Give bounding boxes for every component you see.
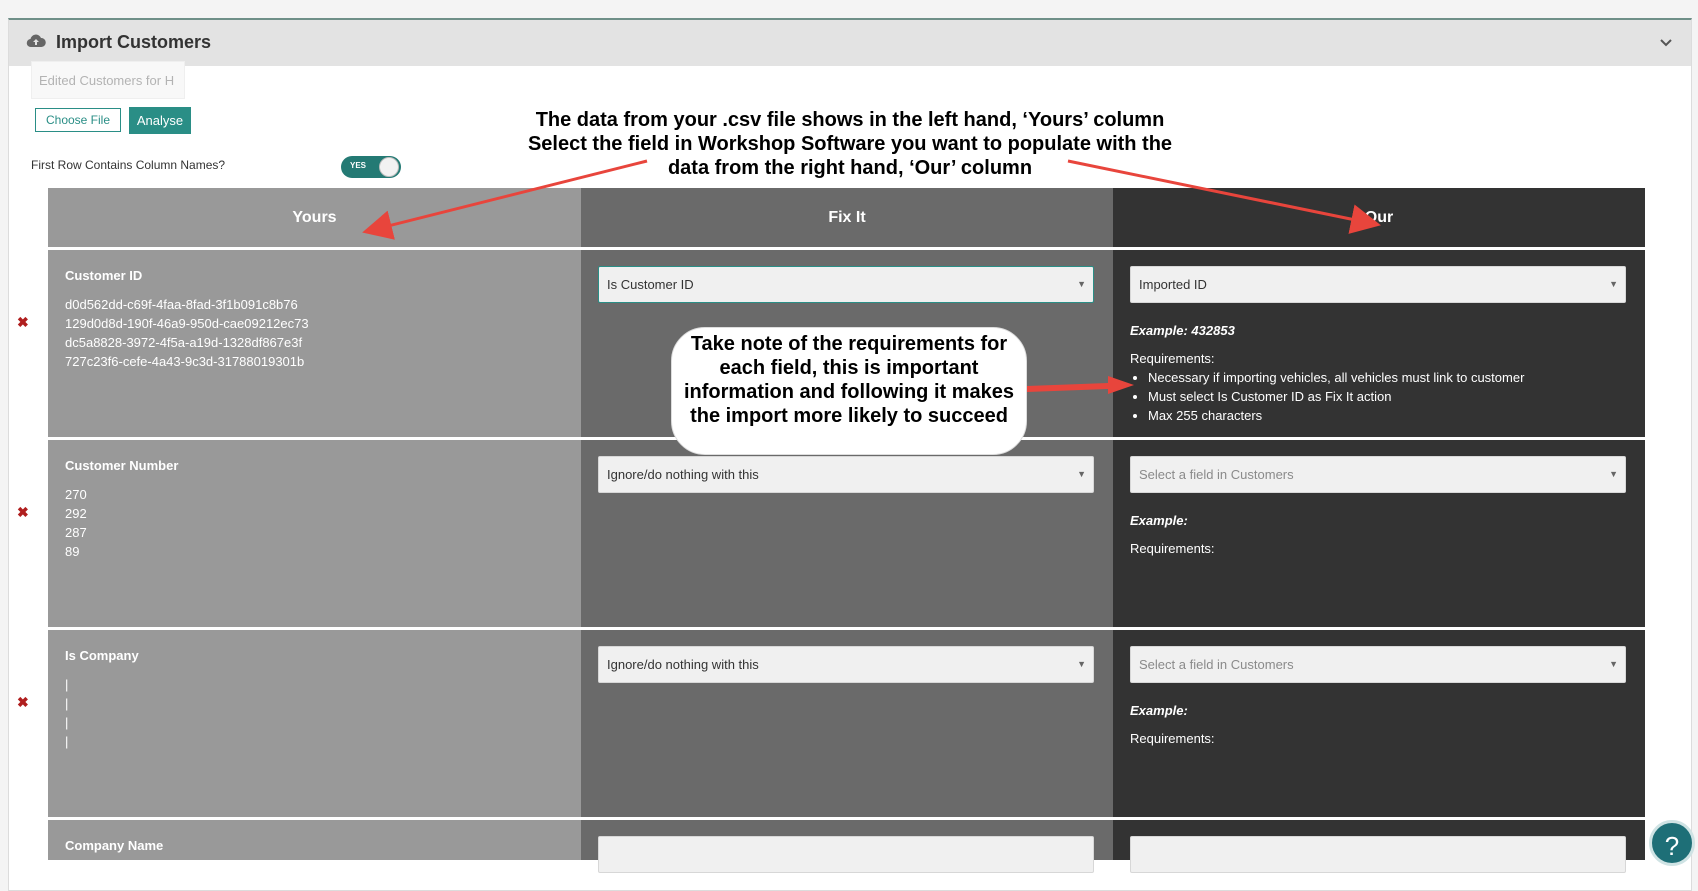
example-text: Example: 432853 [1130,323,1235,338]
panel-title: Import Customers [56,32,212,52]
our-column: Our Imported ID ▼ Example: 432853 Requir… [1113,188,1645,873]
remove-row-icon[interactable]: ✖ [17,694,29,711]
example-text: Example: [1130,513,1188,528]
requirement-item: Max 255 characters [1148,406,1524,425]
source-field-name: Company Name [65,838,164,853]
our-field-select[interactable] [1130,836,1626,873]
source-field-name: Customer ID [65,268,143,283]
fix-header: Fix It [828,209,866,226]
table-row: Select a field in Customers ▼ Example: R… [1113,630,1645,817]
our-field-select[interactable]: Select a field in Customers ▼ [1130,646,1626,683]
panel-header[interactable]: Import Customers [9,20,1691,66]
chevron-down-icon[interactable] [1659,36,1673,50]
toggle-label: YES [350,161,367,170]
choose-file-button[interactable]: Choose File [35,108,121,132]
table-row: ✖ Is Company | | | | [17,630,581,817]
fix-action-select[interactable]: Ignore/do nothing with this ▼ [598,456,1094,493]
annotation-line: The data from your .csv file shows in th… [535,109,1165,131]
yours-header: Yours [292,209,337,226]
caret-down-icon: ▼ [1609,659,1618,669]
our-field-select[interactable]: Imported ID ▼ [1130,266,1626,303]
table-row: Imported ID ▼ Example: 432853 Requiremen… [1113,250,1645,437]
first-row-label: First Row Contains Column Names? [31,158,226,172]
our-field-value: Select a field in Customers [1139,467,1294,482]
requirements-label: Requirements: [1130,351,1215,366]
remove-row-icon[interactable]: ✖ [17,314,29,331]
our-field-value: Imported ID [1139,277,1207,292]
cloud-upload-icon [26,34,46,48]
caret-down-icon: ▼ [1077,469,1086,479]
fix-action-select[interactable]: Ignore/do nothing with this ▼ [598,646,1094,683]
table-row [1113,820,1645,873]
annotation-heading: The data from your .csv file shows in th… [470,108,1230,180]
sample-value: 727c23f6-cefe-4a43-9c3d-31788019301b [65,354,305,369]
sample-value: 89 [65,544,80,559]
caret-down-icon: ▼ [1077,279,1086,289]
sample-values: | | | | [65,675,68,751]
fix-action-value: Is Customer ID [607,277,694,292]
sample-value: | [65,734,69,749]
analyse-button[interactable]: Analyse [129,107,191,134]
example-text: Example: [1130,703,1188,718]
table-row: Ignore/do nothing with this ▼ [581,630,1113,817]
remove-row-icon[interactable]: ✖ [17,504,29,521]
sample-value: | [65,696,69,711]
sample-value: d0d562dd-c69f-4faa-8fad-3f1b091c8b76 [65,297,298,312]
caret-down-icon: ▼ [1609,469,1618,479]
requirements-label: Requirements: [1130,541,1215,556]
sample-values: 270 292 287 89 [65,485,87,561]
our-header: Our [1364,209,1394,226]
annotation-line: Select the field in Workshop Software yo… [527,133,1173,155]
table-row: Select a field in Customers ▼ Example: R… [1113,440,1645,627]
sample-value: 129d0d8d-190f-46a9-950d-cae09212ec73 [65,316,309,331]
sample-value: | [65,715,69,730]
table-row: ✖ Customer ID d0d562dd-c69f-4faa-8fad-3f… [17,250,581,437]
table-row: ✖ Customer Number 270 292 287 89 [17,440,581,627]
toggle-knob[interactable] [379,157,399,177]
fix-action-value: Ignore/do nothing with this [607,657,759,672]
fix-column: Fix It Is Customer ID ▼ Ignore/do nothin… [581,188,1113,873]
table-row [581,820,1113,873]
file-name-field: Edited Customers for H [31,61,185,99]
requirements-label: Requirements: [1130,731,1215,746]
annotation-bubble: Take note of the requirements for each f… [671,327,1027,455]
table-row: Company Name [48,820,581,860]
caret-down-icon: ▼ [1609,279,1618,289]
fix-action-value: Ignore/do nothing with this [607,467,759,482]
requirement-item: Necessary if importing vehicles, all veh… [1148,368,1524,387]
source-field-name: Customer Number [65,458,179,473]
annotation-line: data from the right hand, ‘Our’ column [667,157,1033,179]
source-field-name: Is Company [65,648,139,663]
sample-value: 287 [65,525,87,540]
our-field-value: Select a field in Customers [1139,657,1294,672]
table-row: Ignore/do nothing with this ▼ [581,440,1113,627]
help-button[interactable]: ? [1649,820,1695,866]
sample-value: 270 [65,487,87,502]
requirement-item: Must select Is Customer ID as Fix It act… [1148,387,1524,406]
fix-action-select[interactable]: Is Customer ID ▼ [598,266,1094,303]
caret-down-icon: ▼ [1077,659,1086,669]
sample-value: dc5a8828-3972-4f5a-a19d-1328df867e3f [65,335,303,350]
fix-action-select[interactable] [598,836,1094,873]
sample-value: | [65,677,69,692]
yours-column: Yours ✖ Customer ID d0d562dd-c69f-4faa-8… [17,188,581,860]
sample-values: d0d562dd-c69f-4faa-8fad-3f1b091c8b76 129… [65,295,309,371]
sample-value: 292 [65,506,87,521]
requirements-list: Necessary if importing vehicles, all veh… [1130,368,1524,425]
our-field-select[interactable]: Select a field in Customers ▼ [1130,456,1626,493]
first-row-toggle[interactable]: YES [341,156,401,178]
